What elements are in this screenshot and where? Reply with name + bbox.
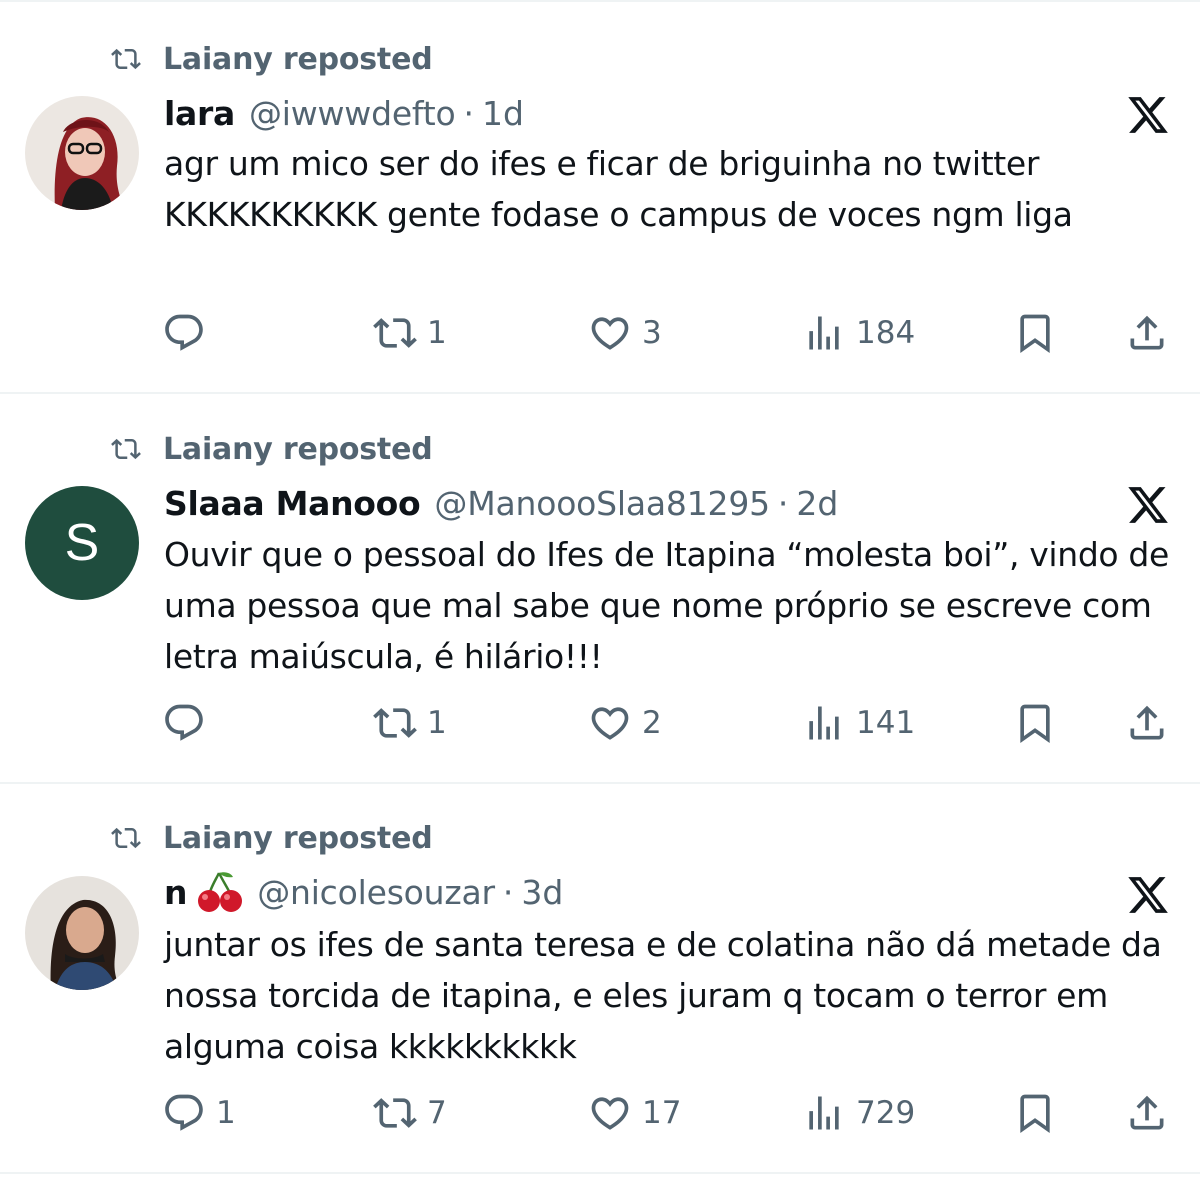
user-handle[interactable]: @iwwwdefto <box>249 94 456 133</box>
timestamp[interactable]: 2d <box>796 484 838 523</box>
divider <box>0 1172 1200 1174</box>
views-button[interactable]: 141 <box>802 698 915 748</box>
separator: · <box>777 483 789 523</box>
reply-icon <box>162 701 206 745</box>
separator: · <box>463 93 475 133</box>
tweet-card[interactable]: Laiany reposted n @nicolesouzar · 3d jun… <box>0 780 1200 1170</box>
reply-button[interactable] <box>162 698 216 748</box>
avatar[interactable] <box>25 876 139 990</box>
repost-icon <box>373 1091 417 1135</box>
views-count: 141 <box>856 705 916 741</box>
bookmark-icon <box>1013 311 1057 355</box>
tweet-text: juntar os ifes de santa teresa e de cola… <box>164 925 1162 1066</box>
like-icon <box>588 1091 632 1135</box>
timestamp[interactable]: 3d <box>521 873 563 912</box>
tweet-text: agr um mico ser do ifes e ficar de brigu… <box>164 144 1073 234</box>
bookmark-button[interactable] <box>1013 1088 1057 1138</box>
user-handle[interactable]: @nicolesouzar <box>257 873 495 912</box>
like-button[interactable]: 2 <box>588 698 662 748</box>
like-button[interactable]: 17 <box>588 1088 681 1138</box>
repost-button[interactable]: 1 <box>373 698 447 748</box>
tweet-header: lara @iwwwdefto · 1d <box>164 91 524 135</box>
avatar-letter: S <box>25 486 139 600</box>
avatar[interactable] <box>25 96 139 210</box>
cherries-emoji <box>198 872 243 912</box>
like-icon <box>588 701 632 745</box>
share-button[interactable] <box>1125 1088 1169 1138</box>
repost-label[interactable]: Laiany reposted <box>163 432 433 467</box>
repost-icon <box>373 701 417 745</box>
share-button[interactable] <box>1125 308 1169 358</box>
tweet-card[interactable]: Laiany reposted lara @iwwwdefto · 1d agr… <box>0 0 1200 390</box>
reply-button[interactable] <box>162 308 216 358</box>
avatar-photo <box>25 96 139 210</box>
like-count: 2 <box>642 705 662 741</box>
user-handle[interactable]: @ManoooSlaa81295 <box>434 484 770 523</box>
repost-icon <box>373 311 417 355</box>
views-button[interactable]: 729 <box>802 1088 915 1138</box>
tweet-header: n @nicolesouzar · 3d <box>164 870 563 914</box>
action-bar: 1 3 184 <box>0 308 1200 358</box>
reply-icon <box>162 1091 206 1135</box>
display-name[interactable]: n <box>164 873 188 912</box>
action-bar: 1 2 141 <box>0 698 1200 748</box>
repost-icon <box>107 434 145 464</box>
share-icon <box>1125 311 1169 355</box>
action-bar: 1 7 17 729 <box>0 1088 1200 1138</box>
share-button[interactable] <box>1125 698 1169 748</box>
views-icon <box>802 701 846 745</box>
repost-button[interactable]: 1 <box>373 308 447 358</box>
repost-button[interactable]: 7 <box>373 1088 447 1138</box>
views-icon <box>802 311 846 355</box>
display-name[interactable]: Slaaa Manooo <box>164 484 421 523</box>
separator: · <box>502 872 514 912</box>
reply-count: 1 <box>216 1095 236 1131</box>
avatar[interactable]: S <box>25 486 139 600</box>
like-icon <box>588 311 632 355</box>
bookmark-button[interactable] <box>1013 698 1057 748</box>
tweet-card[interactable]: Laiany reposted S Slaaa Manooo @ManoooSl… <box>0 390 1200 780</box>
like-count: 3 <box>642 315 662 351</box>
x-logo-icon <box>1125 483 1171 527</box>
bookmark-icon <box>1013 701 1057 745</box>
timestamp[interactable]: 1d <box>482 94 524 133</box>
repost-count: 7 <box>427 1095 447 1131</box>
display-name[interactable]: lara <box>164 94 235 133</box>
tweet-header: Slaaa Manooo @ManoooSlaa81295 · 2d <box>164 481 838 525</box>
repost-count: 1 <box>427 315 447 351</box>
repost-icon <box>107 44 145 74</box>
repost-icon <box>107 823 145 853</box>
views-count: 729 <box>856 1095 916 1131</box>
repost-label[interactable]: Laiany reposted <box>163 42 433 77</box>
bookmark-icon <box>1013 1091 1057 1135</box>
reply-icon <box>162 311 206 355</box>
views-count: 184 <box>856 315 916 351</box>
like-button[interactable]: 3 <box>588 308 662 358</box>
repost-context: Laiany reposted <box>107 41 433 77</box>
share-icon <box>1125 701 1169 745</box>
share-icon <box>1125 1091 1169 1135</box>
reply-button[interactable]: 1 <box>162 1088 236 1138</box>
views-icon <box>802 1091 846 1135</box>
avatar-photo <box>25 876 139 990</box>
tweet-text: Ouvir que o pessoal do Ifes de Itapina “… <box>164 535 1169 676</box>
like-count: 17 <box>642 1095 682 1131</box>
bookmark-button[interactable] <box>1013 308 1057 358</box>
repost-count: 1 <box>427 705 447 741</box>
x-logo-icon <box>1125 873 1171 917</box>
timeline-feed: Laiany reposted lara @iwwwdefto · 1d agr… <box>0 0 1200 1178</box>
views-button[interactable]: 184 <box>802 308 915 358</box>
repost-context: Laiany reposted <box>107 820 433 856</box>
x-logo-icon <box>1125 93 1171 137</box>
repost-label[interactable]: Laiany reposted <box>163 821 433 856</box>
repost-context: Laiany reposted <box>107 431 433 467</box>
